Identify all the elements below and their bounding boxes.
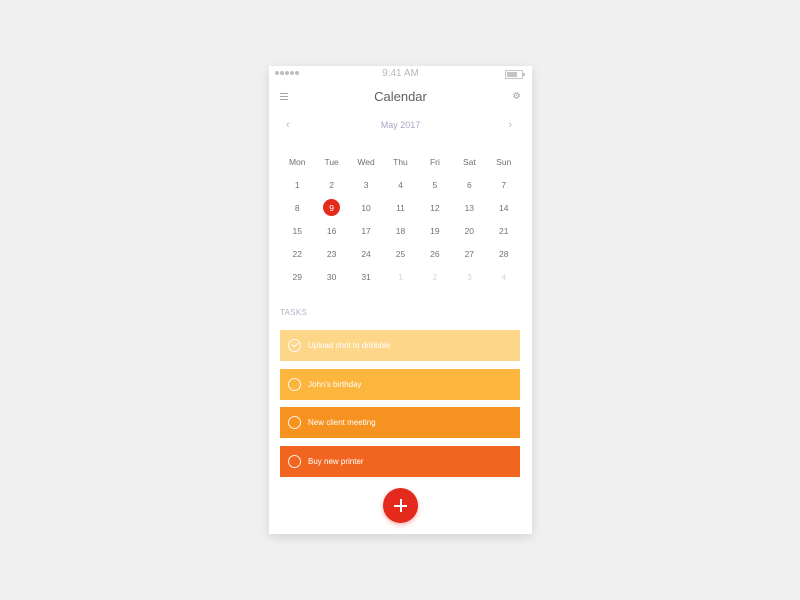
gear-icon[interactable] xyxy=(512,91,521,100)
weekday-label: Tue xyxy=(324,156,339,167)
calendar-week-row: 29 30 31 1 2 3 4 xyxy=(280,265,521,288)
calendar-day[interactable]: 29 xyxy=(280,265,314,288)
calendar-day[interactable]: 27 xyxy=(452,242,486,265)
calendar-day[interactable]: 7 xyxy=(487,173,521,196)
page-title: Calendar xyxy=(374,89,427,104)
calendar-day[interactable]: 16 xyxy=(314,219,348,242)
calendar-day[interactable]: 30 xyxy=(314,265,348,288)
task-item[interactable]: John's birthday xyxy=(280,368,520,400)
weekday-label: Mon xyxy=(288,156,306,167)
weekday-label: Thu xyxy=(393,156,408,167)
calendar-day[interactable]: 13 xyxy=(452,196,486,219)
calendar-day[interactable]: 17 xyxy=(349,219,383,242)
calendar-day[interactable]: 24 xyxy=(349,242,383,265)
circle-icon[interactable] xyxy=(288,454,301,468)
calendar-day[interactable]: 18 xyxy=(383,219,417,242)
add-task-button[interactable] xyxy=(383,488,418,523)
calendar-day[interactable]: 19 xyxy=(418,219,452,242)
calendar-day[interactable]: 31 xyxy=(349,265,383,288)
month-label: May 2017 xyxy=(380,120,421,130)
status-time: 9:41 AM xyxy=(382,68,419,79)
calendar-day[interactable]: 8 xyxy=(280,196,314,219)
calendar-day[interactable]: 6 xyxy=(452,173,486,196)
calendar-day[interactable]: 12 xyxy=(418,196,452,219)
calendar-day[interactable]: 3 xyxy=(349,173,383,196)
task-title: John's birthday xyxy=(308,379,362,389)
calendar-day[interactable]: 1 xyxy=(383,265,417,288)
task-title: Upload shot to dribbble xyxy=(308,341,391,350)
calendar-day[interactable]: 28 xyxy=(487,242,521,265)
calendar-day[interactable]: 11 xyxy=(383,196,417,219)
chevron-right-icon[interactable]: › xyxy=(508,119,512,131)
calendar-day[interactable]: 5 xyxy=(418,173,452,196)
calendar-day[interactable]: 4 xyxy=(383,173,417,196)
calendar-day[interactable]: 4 xyxy=(487,265,521,288)
tasks-heading: TASKS xyxy=(280,308,308,317)
weekday-label: Wed xyxy=(357,156,375,167)
task-item[interactable]: New client meeting xyxy=(280,407,520,438)
calendar-day[interactable]: 20 xyxy=(452,219,486,242)
calendar-day[interactable]: 10 xyxy=(349,196,383,219)
calendar-day[interactable]: 14 xyxy=(487,196,521,219)
calendar-day[interactable]: 22 xyxy=(280,242,314,265)
weekday-header: Mon Tue Wed Thu Fri Sat Sun xyxy=(280,150,521,173)
calendar-day[interactable]: 26 xyxy=(418,242,452,265)
calendar-day[interactable]: 2 xyxy=(314,173,348,196)
calendar-week-row: 1234567 xyxy=(280,173,521,196)
status-bar: 9:41 AM xyxy=(269,66,532,82)
calendar-day[interactable]: 15 xyxy=(280,219,314,242)
battery-icon xyxy=(505,70,525,79)
calendar-day-selected[interactable]: 9 xyxy=(314,196,348,219)
calendar-week-row: 22 23 24 25 26 27 28 xyxy=(280,242,521,265)
task-item[interactable]: Buy new printer xyxy=(280,445,520,477)
phone-screen: 9:41 AM Calendar ‹ May 2017 › Mon Tue Wed T… xyxy=(269,66,532,534)
calendar-week-row: 15 16 17 18 19 20 21 xyxy=(280,219,521,242)
check-circle-icon[interactable] xyxy=(288,339,301,352)
weekday-label: Fri xyxy=(429,156,440,167)
task-item[interactable]: Upload shot to dribbble xyxy=(280,330,520,361)
calendar-week-row: 8 9 10 11 12 13 14 xyxy=(280,196,521,219)
weekday-label: Sun xyxy=(496,156,512,167)
calendar-day[interactable]: 1 xyxy=(280,173,314,196)
calendar-grid: Mon Tue Wed Thu Fri Sat Sun 1 2 3 4 5 6 7 8 9 10 11 12 13 1… xyxy=(280,150,521,288)
calendar-day[interactable]: 2 xyxy=(418,265,452,288)
circle-icon[interactable] xyxy=(288,377,301,391)
calendar-day[interactable]: 3 xyxy=(452,265,486,288)
task-title: Buy new printer xyxy=(308,456,364,466)
calendar-day[interactable]: 25 xyxy=(383,242,417,265)
task-title: New client meeting xyxy=(308,418,376,427)
calendar-day[interactable]: 23 xyxy=(314,242,348,265)
weekday-label: Sat xyxy=(462,156,476,167)
circle-icon[interactable] xyxy=(288,416,301,429)
calendar-day[interactable]: 21 xyxy=(487,219,521,242)
